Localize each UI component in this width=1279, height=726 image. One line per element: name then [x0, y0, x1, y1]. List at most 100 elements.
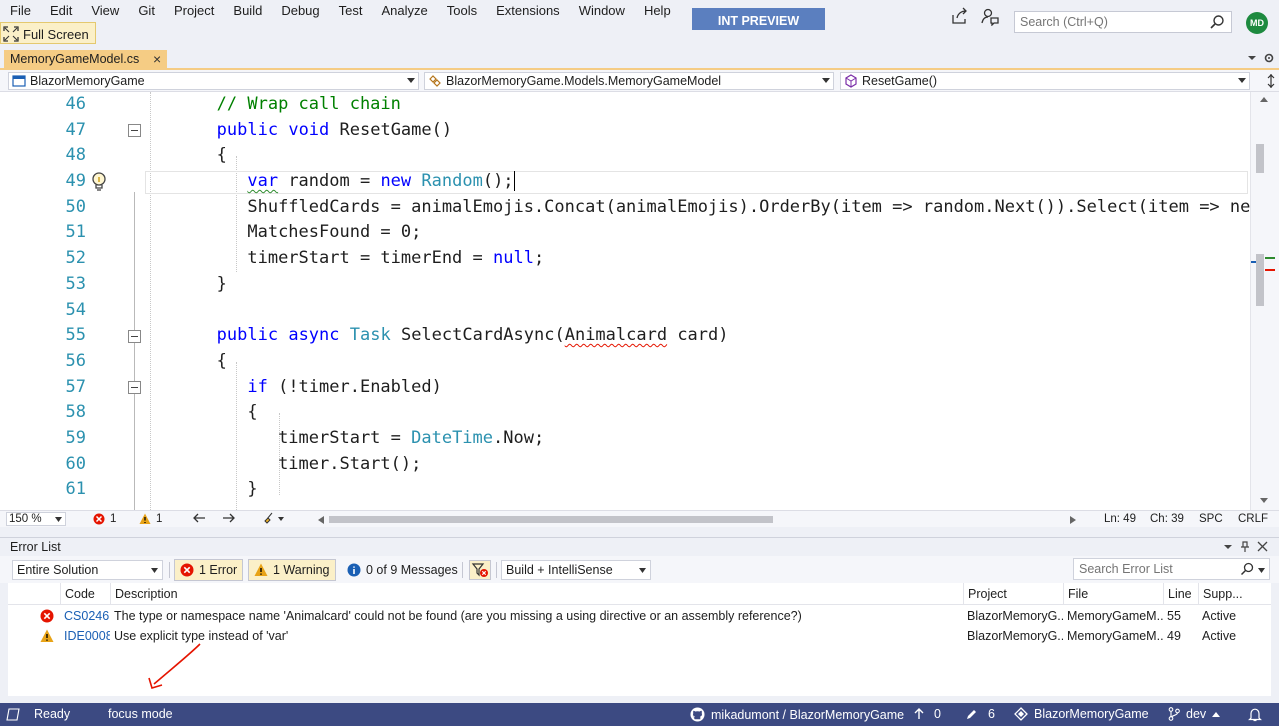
search-icon	[1240, 562, 1254, 576]
menu-window[interactable]: Window	[569, 0, 634, 22]
menu-git[interactable]: Git	[128, 0, 164, 22]
focus-mode-label[interactable]: focus mode	[108, 707, 173, 721]
editor-vertical-scrollbar[interactable]	[1250, 92, 1279, 510]
column-header-project[interactable]: Project	[963, 583, 1063, 605]
document-tab[interactable]: MemoryGameModel.cs ×	[4, 50, 168, 70]
scroll-left-icon[interactable]	[318, 516, 324, 524]
column-header-suppression[interactable]: Supp...	[1198, 583, 1271, 605]
scrollbar-thumb[interactable]	[329, 516, 773, 523]
collapse-region-button[interactable]	[128, 330, 141, 343]
menu-build[interactable]: Build	[223, 0, 271, 22]
build-intellisense-dropdown[interactable]: Build + IntelliSense	[501, 560, 651, 580]
cursor-line[interactable]: Ln: 49	[1104, 513, 1136, 525]
menu-edit[interactable]: Edit	[40, 0, 81, 22]
menu-help[interactable]: Help	[634, 0, 680, 22]
column-header-description[interactable]: Description	[110, 583, 963, 605]
code-cleanup-button[interactable]	[263, 512, 290, 525]
error-list-search[interactable]	[1073, 558, 1270, 580]
messages-filter-button[interactable]: 0 of 9 Messages	[341, 559, 464, 581]
status-ready: Ready	[6, 707, 70, 721]
toolbar-separator	[462, 562, 463, 578]
user-avatar[interactable]: MD	[1246, 12, 1268, 34]
scroll-right-icon[interactable]	[1070, 516, 1076, 524]
member-dropdown[interactable]: ResetGame()	[840, 72, 1250, 90]
repository-label: mikadumont / BlazorMemoryGame	[711, 707, 905, 722]
zoom-dropdown[interactable]: 150 %	[6, 512, 66, 526]
code-line-59: timerStart = DateTime.Now;	[145, 426, 1250, 452]
full-screen-button[interactable]: Full Screen	[0, 22, 96, 44]
errors-filter-button[interactable]: 1 Error	[174, 559, 244, 581]
branch-selector-button[interactable]: dev	[1168, 707, 1226, 721]
menu-project[interactable]: Project	[164, 0, 223, 22]
code-editor[interactable]: 46 47 48 49 50 51 52 53 54 55 56 57 58 5…	[0, 92, 1279, 510]
cursor-column[interactable]: Ch: 39	[1150, 513, 1184, 525]
menu-view[interactable]: View	[81, 0, 128, 22]
code-text[interactable]: // Wrap call chain public void ResetGame…	[145, 92, 1250, 510]
column-header-code[interactable]: Code	[60, 583, 110, 605]
filter-toggle-button[interactable]	[469, 560, 491, 580]
collapse-region-button[interactable]	[128, 381, 141, 394]
live-share-icon[interactable]	[950, 6, 970, 26]
gear-icon[interactable]	[1263, 52, 1275, 64]
tab-list-dropdown-icon[interactable]	[1246, 52, 1258, 64]
menu-test[interactable]: Test	[329, 0, 372, 22]
errors-filter-label: 1 Error	[199, 563, 238, 577]
error-list-search-input[interactable]	[1074, 559, 1239, 579]
editor-error-count[interactable]: 1	[93, 513, 116, 525]
pending-changes-button[interactable]: 6	[965, 707, 995, 721]
code-text-span: }	[247, 479, 258, 500]
menu-extensions[interactable]: Extensions	[486, 0, 569, 22]
window-position-icon[interactable]	[1223, 542, 1233, 552]
column-header-severity[interactable]	[8, 583, 60, 605]
global-search[interactable]	[1014, 11, 1232, 33]
project-dropdown[interactable]: BlazorMemoryGame	[8, 72, 419, 90]
menu-analyze[interactable]: Analyze	[371, 0, 436, 22]
class-dropdown[interactable]: BlazorMemoryGame.Models.MemoryGameModel	[424, 72, 834, 90]
warnings-filter-button[interactable]: 1 Warning	[248, 559, 336, 581]
text-caret	[513, 171, 515, 192]
table-row[interactable]: CS0246 The type or namespace name 'Anima…	[8, 606, 1271, 626]
scrollbar-thumb[interactable]	[1256, 254, 1264, 306]
column-header-file[interactable]: File	[1063, 583, 1163, 605]
line-number: 60	[65, 453, 86, 474]
global-search-input[interactable]	[1015, 12, 1205, 32]
line-number: 59	[65, 427, 86, 448]
branch-label: dev	[1186, 707, 1207, 721]
editor-horizontal-scrollbar[interactable]	[318, 513, 1078, 525]
chevron-down-icon[interactable]	[1258, 568, 1265, 573]
split-editor-icon[interactable]	[1266, 74, 1276, 88]
project-selector-button[interactable]: BlazorMemoryGame	[1014, 707, 1149, 721]
code-keyword[interactable]: var	[247, 171, 278, 191]
error-suppression-state: Active	[1202, 609, 1237, 623]
scroll-down-icon[interactable]	[1260, 498, 1268, 504]
lightbulb-icon[interactable]	[89, 171, 109, 193]
code-text-span: ResetGame()	[329, 119, 453, 140]
error-code-link[interactable]: CS0246	[60, 606, 110, 626]
column-header-line[interactable]: Line	[1163, 583, 1198, 605]
error-scope-dropdown[interactable]: Entire Solution	[12, 560, 163, 580]
int-preview-badge[interactable]: INT PREVIEW	[692, 8, 825, 30]
close-tab-icon[interactable]: ×	[153, 51, 161, 67]
scroll-up-icon[interactable]	[1260, 96, 1268, 102]
line-number-gutter: 46 47 48 49 50 51 52 53 54 55 56 57 58 5…	[34, 92, 89, 503]
feedback-icon[interactable]	[980, 6, 1000, 26]
pin-icon[interactable]	[1240, 541, 1250, 553]
unpushed-commits-button[interactable]: 0	[914, 707, 941, 721]
editor-warning-count[interactable]: 1	[139, 513, 162, 525]
notifications-bell-icon[interactable]	[1248, 707, 1262, 722]
menu-debug[interactable]: Debug	[271, 0, 328, 22]
menu-tools[interactable]: Tools	[437, 0, 486, 22]
navigate-back-icon[interactable]	[192, 512, 206, 524]
collapse-region-button[interactable]	[128, 124, 141, 137]
repository-button[interactable]: mikadumont / BlazorMemoryGame	[690, 707, 904, 722]
close-icon[interactable]	[1257, 541, 1268, 552]
whitespace-mode[interactable]: SPC	[1199, 513, 1223, 525]
warning-code-link[interactable]: IDE0008	[60, 626, 110, 646]
scrollbar-thumb[interactable]	[1256, 144, 1264, 173]
code-keyword: public	[216, 119, 279, 140]
line-ending-mode[interactable]: CRLF	[1238, 513, 1268, 525]
menu-file[interactable]: File	[0, 0, 40, 22]
code-error-span[interactable]: Animalcard	[565, 325, 667, 345]
code-line-52: timerStart = timerEnd = null;	[145, 246, 1250, 272]
navigate-forward-icon[interactable]	[222, 512, 236, 524]
